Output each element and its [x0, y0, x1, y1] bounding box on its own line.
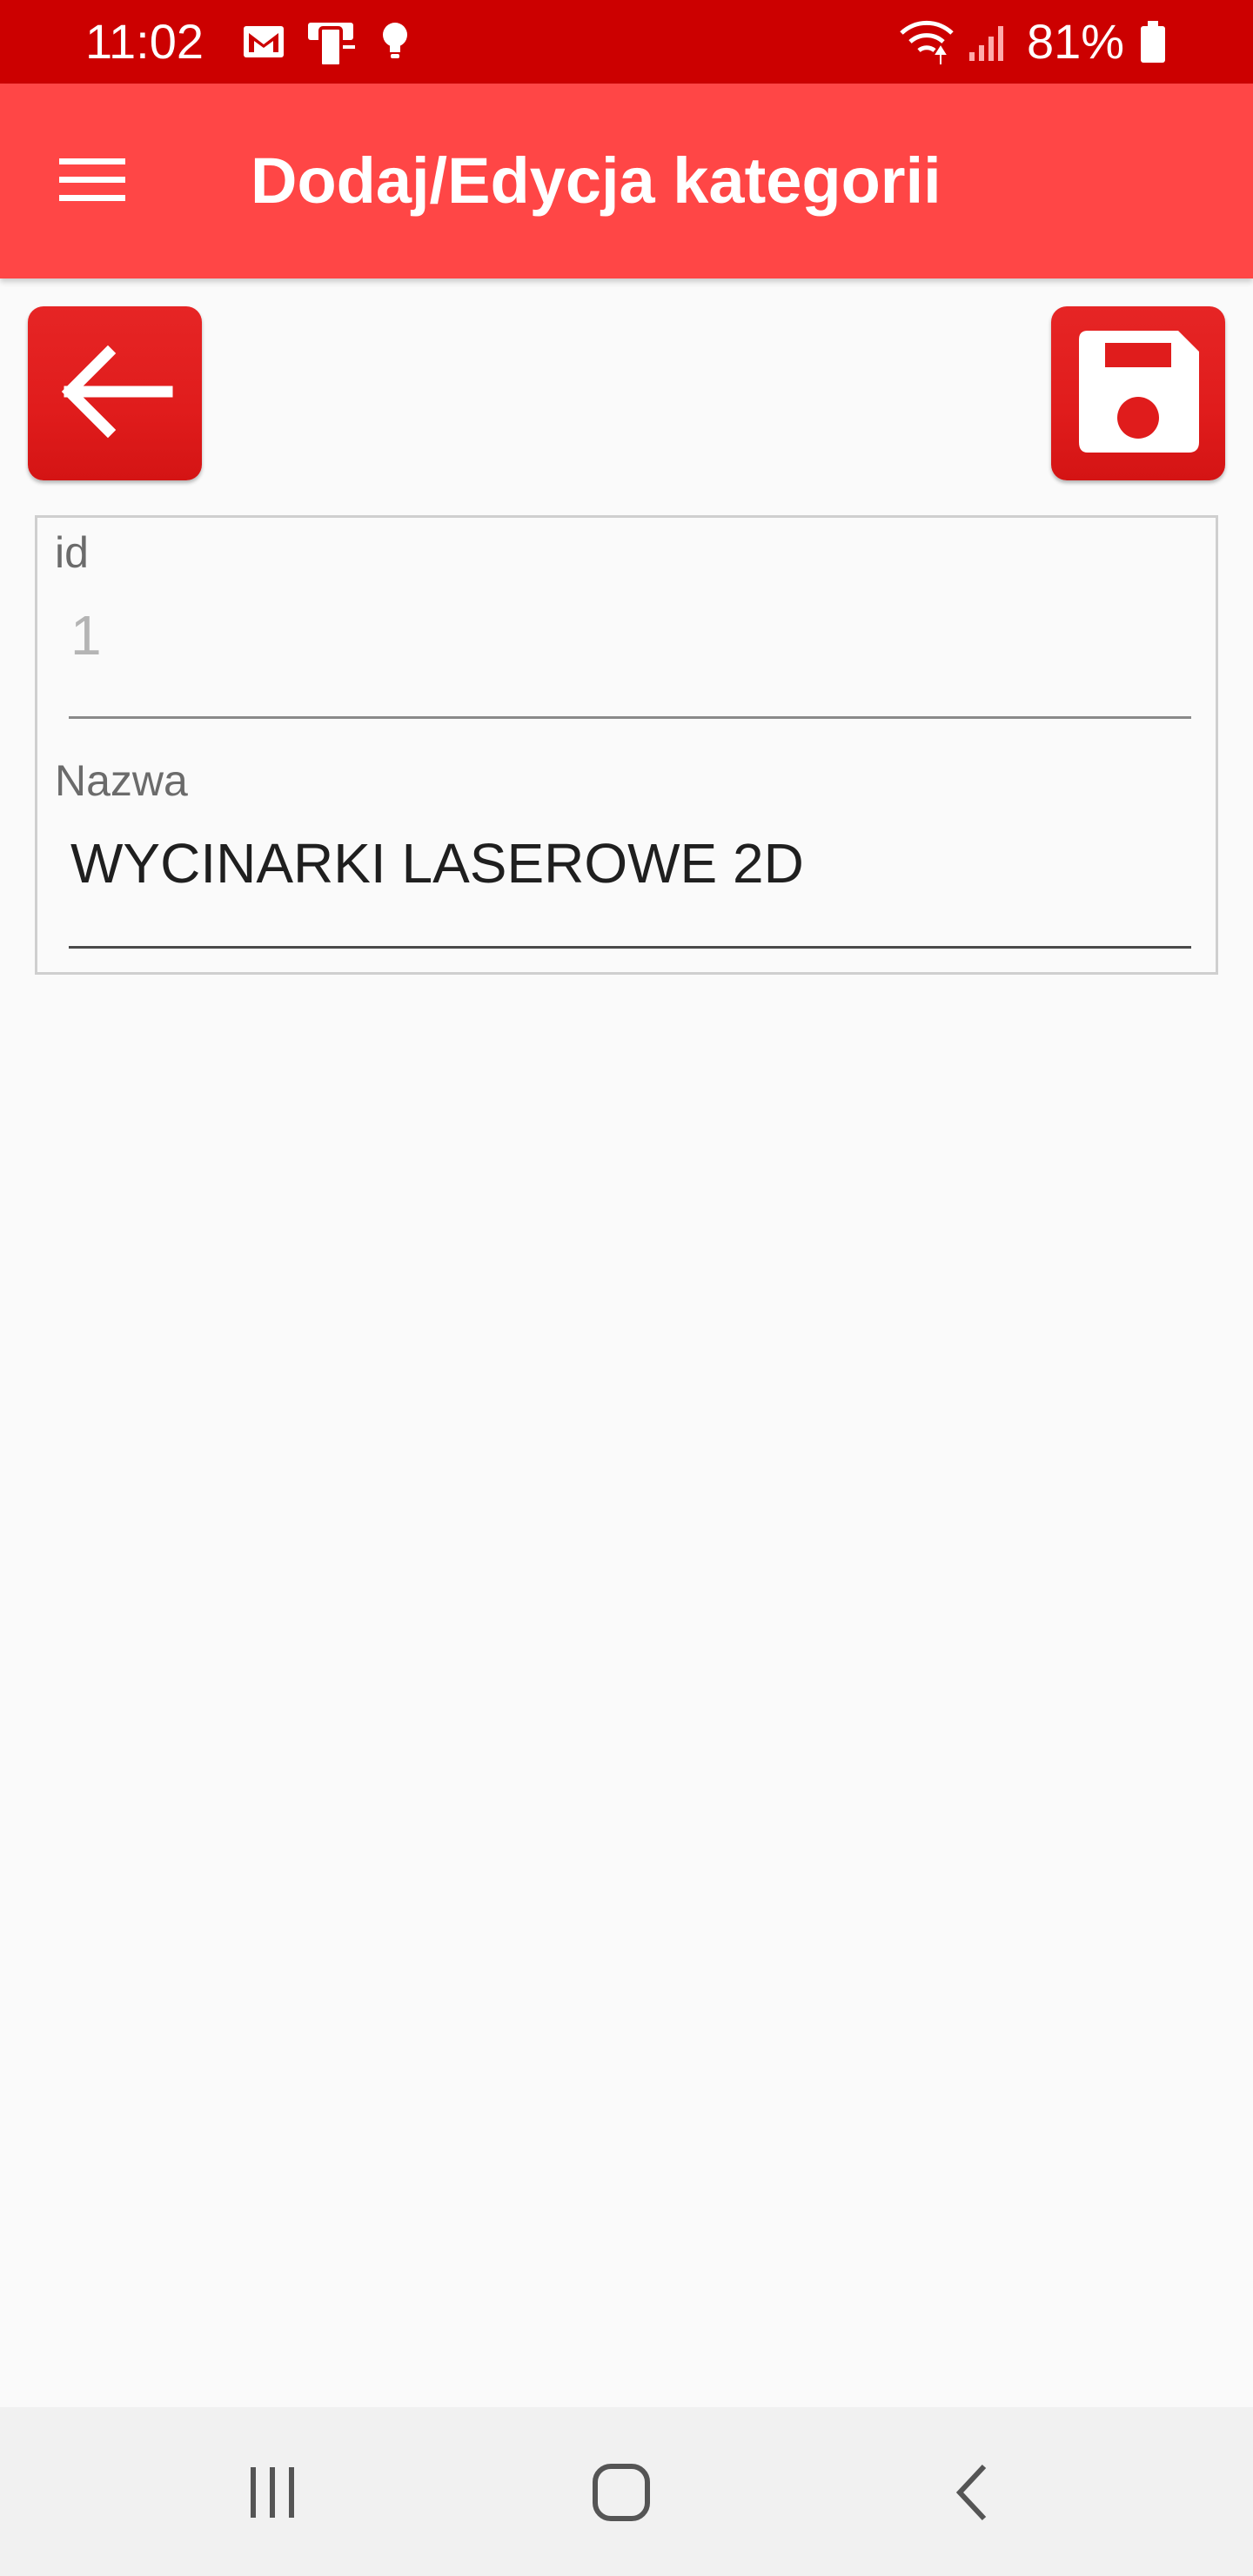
- nav-back-icon: [946, 2461, 998, 2528]
- id-label: id: [55, 528, 89, 577]
- name-underline: [69, 946, 1191, 949]
- app-bar: Dodaj/Edycja kategorii: [0, 84, 1253, 278]
- id-field[interactable]: [69, 596, 1191, 674]
- name-field[interactable]: [69, 824, 1191, 902]
- save-button[interactable]: [1051, 306, 1225, 480]
- status-bar: 11:02 81%: [0, 0, 1253, 84]
- hamburger-menu-icon: [57, 153, 127, 210]
- system-nav-bar: [0, 2407, 1253, 2576]
- nav-back-button[interactable]: [920, 2451, 1024, 2538]
- arrow-left-icon: [54, 331, 176, 457]
- battery-icon: [1138, 19, 1168, 69]
- status-time: 11:02: [85, 14, 204, 69]
- wifi-icon: [898, 17, 955, 70]
- recent-apps-button[interactable]: [220, 2451, 325, 2538]
- name-label: Nazwa: [55, 756, 188, 805]
- recent-apps-icon: [242, 2462, 303, 2527]
- home-button[interactable]: [569, 2451, 673, 2538]
- menu-button[interactable]: [49, 138, 136, 225]
- back-button[interactable]: [28, 306, 202, 480]
- id-underline: [69, 716, 1191, 719]
- device-transfer-icon: [305, 19, 357, 72]
- battery-percent: 81%: [1027, 14, 1125, 69]
- category-form: id Nazwa: [35, 515, 1218, 975]
- home-icon: [590, 2461, 653, 2528]
- lightbulb-icon: [379, 21, 411, 67]
- floppy-disk-icon: [1070, 324, 1206, 464]
- page-title: Dodaj/Edycja kategorii: [251, 144, 941, 217]
- signal-icon: [966, 23, 1009, 67]
- gmail-icon: [242, 24, 285, 64]
